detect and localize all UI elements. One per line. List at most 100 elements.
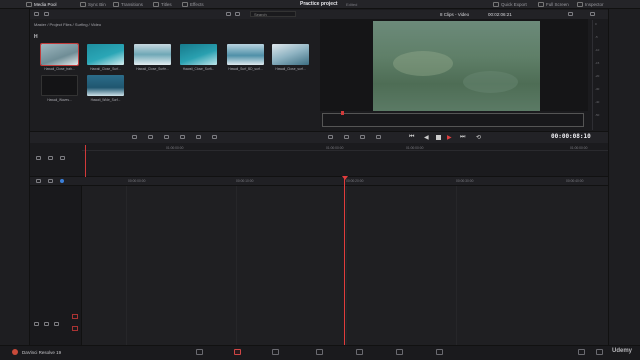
clip-thumbnail[interactable]: Hawaii_Waves... [41, 75, 78, 102]
ruler-tick-label: 01:00:00:00 [326, 146, 344, 150]
playhead-handle[interactable] [342, 176, 348, 180]
media-pool-button[interactable]: Media Pool [26, 1, 57, 8]
timeline-playhead[interactable] [344, 179, 345, 345]
tool-icon[interactable] [376, 135, 381, 139]
list-view-icon[interactable] [235, 12, 240, 16]
stop-icon[interactable] [436, 135, 441, 140]
deliver-page-icon[interactable] [436, 349, 443, 355]
settings-icon[interactable] [596, 349, 603, 355]
viewer-scrubber[interactable] [322, 111, 584, 127]
inspector-button[interactable]: Inspector [577, 1, 604, 8]
timeline-track-area[interactable] [82, 186, 608, 345]
fairlight-page-icon[interactable] [396, 349, 403, 355]
meter-label: 0 [595, 22, 597, 26]
lock-icon[interactable] [34, 322, 39, 326]
clip-thumbnail[interactable]: Hawaii_Close_Surfi... [180, 44, 217, 71]
chevron-down-icon[interactable] [44, 12, 49, 16]
ruler-tick-label: 00:00:40:00 [566, 179, 584, 183]
auto-track-icon[interactable] [44, 322, 49, 326]
mute-icon[interactable] [54, 322, 59, 326]
media-page-icon[interactable] [196, 349, 203, 355]
tool-icon[interactable] [180, 135, 185, 139]
color-page-icon[interactable] [356, 349, 363, 355]
linked-selection-icon[interactable] [60, 179, 64, 183]
skip-back-icon[interactable]: ⏮ [409, 134, 414, 141]
media-pool-icon [26, 2, 32, 7]
tool-icon[interactable] [132, 135, 137, 139]
clip-thumbnail[interactable]: Hawaii_Close_surf... [272, 44, 309, 71]
track-divider [126, 186, 127, 345]
clip-thumbnail[interactable]: Hawaii_Close_Surfe... [134, 44, 171, 71]
search-input[interactable]: Search [250, 11, 296, 17]
tool-icon[interactable] [328, 135, 333, 139]
clip-image [41, 75, 78, 96]
cut-page-icon[interactable] [234, 349, 241, 355]
ruler-tick-label: 01:00:00:00 [570, 146, 588, 150]
video-preview[interactable] [373, 21, 540, 111]
tool-icon[interactable] [360, 135, 365, 139]
tool-icon[interactable] [344, 135, 349, 139]
transitions-label: Transitions [121, 2, 143, 7]
clip-name: Hawaii_Close_trah... [44, 67, 75, 71]
water-texture [463, 71, 518, 93]
ruler-tick-label: 01:00:00:00 [166, 146, 184, 150]
resolve-logo-icon [12, 349, 18, 355]
clip-thumbnail[interactable]: Hawaii_Close_Surf... [87, 44, 124, 71]
ruler-tick-label: 00:00:20:00 [346, 179, 364, 183]
effects-label: Effects [190, 2, 204, 7]
track-tool-icon[interactable] [48, 156, 53, 160]
skip-forward-icon[interactable]: ⏭ [460, 134, 465, 141]
tool-icon[interactable] [196, 135, 201, 139]
mini-playhead[interactable] [85, 145, 86, 177]
inspector-icon [577, 2, 583, 7]
reverse-play-icon[interactable]: ◀ [424, 134, 429, 141]
fusion-page-icon[interactable] [316, 349, 323, 355]
clip-count-label: 8 Clips - Video [440, 12, 470, 17]
clip-image [87, 44, 124, 65]
grid-view-icon[interactable] [226, 12, 231, 16]
tool-icon[interactable] [164, 135, 169, 139]
export-icon [493, 2, 499, 7]
clip-thumbnail[interactable]: Hawaii_Close_trah... [40, 43, 79, 71]
ruler-tick-label: 00:00:00:00 [128, 179, 146, 183]
quick-export-button[interactable]: Quick Export [493, 1, 527, 8]
clip-name: Hawaii_Wide_Surf... [90, 98, 121, 102]
clip-thumbnail[interactable]: Hawaii_Surf_BD_surf... [227, 44, 264, 71]
home-icon[interactable] [578, 349, 585, 355]
edit-page-icon[interactable] [272, 349, 279, 355]
play-icon[interactable]: ▶ [447, 134, 452, 141]
tool-icon[interactable] [148, 135, 153, 139]
clip-thumbnail[interactable]: Hawaii_Wide_Surf... [87, 75, 124, 102]
clip-name: Hawaii_Waves... [47, 98, 72, 102]
meter-label: -5 [595, 35, 598, 39]
snapping-icon[interactable] [48, 179, 53, 183]
ruler-tick-label: 00:00:10:00 [236, 179, 254, 183]
quick-export-label: Quick Export [501, 2, 527, 7]
meter-label: -15 [595, 61, 600, 65]
mini-ruler[interactable]: 01:00:00:00 01:00:00:00 01:00:00:00 01:0… [82, 145, 608, 151]
transport-bar: ⏮ ◀ ▶ ⏭ ⟲ [30, 131, 608, 143]
timeline-view-icon[interactable] [36, 179, 41, 183]
loop-icon[interactable]: ⟲ [476, 134, 481, 141]
breadcrumb[interactable]: Master / Project Files / Surfing / Video [34, 22, 101, 27]
track-enable-icon[interactable] [72, 314, 78, 319]
titles-button[interactable]: Titles [153, 1, 172, 8]
panel-toggle-icon[interactable] [34, 12, 39, 16]
track-tool-icon[interactable] [36, 156, 41, 160]
effects-button[interactable]: Effects [182, 1, 204, 8]
track-enable-icon[interactable] [72, 326, 78, 331]
track-tool-icon[interactable] [60, 156, 65, 160]
source-timecode: 00:02:06:21 [488, 12, 512, 17]
meter-label: -30 [595, 87, 600, 91]
viewer-options-icon[interactable] [568, 12, 573, 16]
transitions-button[interactable]: Transitions [113, 1, 143, 8]
ruler-tick-label: 00:00:30:00 [456, 179, 474, 183]
scrubber-playhead[interactable] [341, 111, 344, 115]
tool-icon[interactable] [212, 135, 217, 139]
full-screen-button[interactable]: Full Screen [538, 1, 569, 8]
sync-bin-button[interactable]: Sync Bin [80, 1, 106, 8]
more-options-icon[interactable] [590, 12, 595, 16]
media-pool-label: Media Pool [34, 2, 57, 7]
clip-image [227, 44, 264, 65]
clip-image [87, 75, 124, 96]
